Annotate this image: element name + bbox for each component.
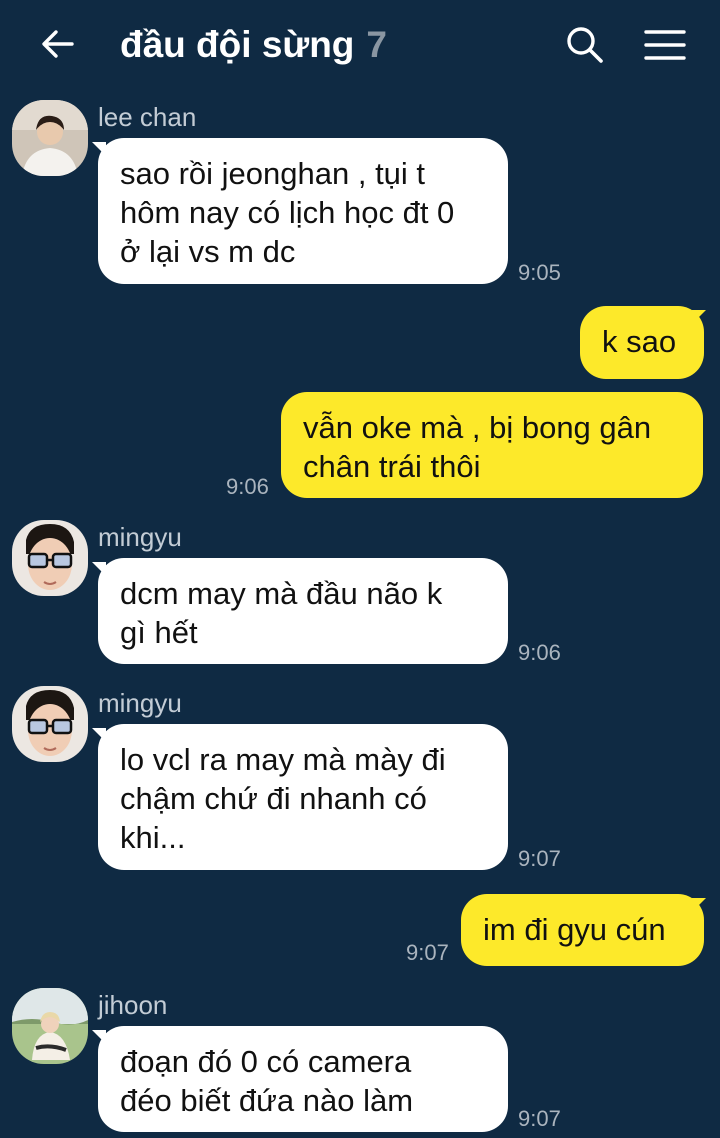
message-bubble[interactable]: dcm may mà đầu não k gì hết [98, 558, 508, 664]
avatar-mingyu[interactable] [12, 520, 88, 596]
avatar-lee-chan[interactable] [12, 100, 88, 176]
avatar-mingyu[interactable] [12, 686, 88, 762]
chat-header: đầu đội sừng 7 [0, 0, 720, 90]
message-time: 9:06 [226, 474, 269, 499]
message-bubble[interactable]: lo vcl ra may mà mày đi chậm chứ đi nhan… [98, 724, 508, 870]
hamburger-menu-icon [644, 30, 686, 60]
sender-name: mingyu [98, 688, 182, 718]
member-count: 7 [366, 24, 387, 65]
message-time: 9:05 [518, 260, 561, 285]
message-time: 9:06 [518, 640, 561, 665]
sender-name: lee chan [98, 102, 197, 132]
sender-name: mingyu [98, 522, 182, 552]
avatar-jihoon[interactable] [12, 988, 88, 1064]
arrow-left-icon [42, 30, 74, 58]
menu-button[interactable] [640, 22, 690, 68]
message-bubble[interactable]: sao rồi jeonghan , tụi t hôm nay có lịch… [98, 138, 508, 284]
message-bubble[interactable]: vẫn oke mà , bị bong gân chân trái thôi [281, 392, 703, 498]
message-bubble[interactable]: im đi gyu cún [461, 894, 704, 966]
chat-title-group: đầu đội sừng 7 [120, 22, 387, 68]
search-icon [567, 27, 603, 63]
message-bubble[interactable]: đoạn đó 0 có camera đéo biết đứa nào làm [98, 1026, 508, 1132]
search-button[interactable] [562, 22, 608, 68]
chat-title: đầu đội sừng [120, 24, 355, 65]
message-time: 9:07 [406, 940, 449, 965]
message-time: 9:07 [518, 846, 561, 871]
message-time: 9:07 [518, 1106, 561, 1131]
sender-name: jihoon [98, 990, 168, 1020]
back-button[interactable] [36, 22, 80, 66]
message-bubble[interactable]: k sao [580, 306, 704, 379]
